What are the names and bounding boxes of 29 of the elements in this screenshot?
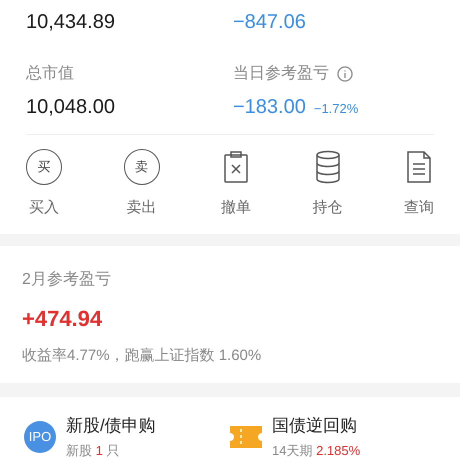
monthly-value: +474.94 bbox=[22, 304, 104, 332]
action-button[interactable]: 撤单 bbox=[221, 149, 251, 220]
monthly-title: 2月参考盈亏 bbox=[22, 270, 112, 290]
metric-label: 总市值 bbox=[26, 64, 74, 84]
metric-value: 10,048.00 bbox=[26, 95, 115, 120]
circle-glyph-icon: 买 bbox=[26, 149, 62, 185]
change-percent: −1.72% bbox=[314, 100, 358, 118]
service-title: 新股/债申购 bbox=[66, 415, 156, 437]
info-icon[interactable] bbox=[337, 66, 353, 82]
action-button[interactable]: 查询 bbox=[404, 149, 434, 220]
service-item[interactable]: IPO 新股/债申购 新股 1 只 bbox=[24, 413, 230, 460]
service-item[interactable]: 国债逆回购 14天期 2.185% bbox=[230, 413, 436, 460]
ticket-icon bbox=[230, 426, 262, 448]
amount-text: −847.06 bbox=[232, 10, 307, 35]
service-title: 国债逆回购 bbox=[272, 415, 358, 437]
service-subtitle: 新股 1 只 bbox=[66, 442, 120, 460]
database-icon bbox=[314, 150, 340, 184]
amount-text: 10,434.89 bbox=[26, 10, 116, 35]
action-button[interactable]: 卖 卖出 bbox=[124, 149, 160, 220]
document-icon bbox=[406, 150, 432, 184]
action-button[interactable]: 买 买入 bbox=[26, 149, 62, 220]
clipboard-x-icon bbox=[223, 150, 249, 184]
action-button[interactable]: 持仓 bbox=[312, 149, 342, 220]
metric-value: −183.00 bbox=[233, 95, 306, 120]
monthly-note: 收益率4.77%，跑赢上证指数 1.60% bbox=[22, 346, 262, 366]
circle-glyph-icon: 卖 bbox=[124, 149, 160, 185]
service-subtitle: 14天期 2.185% bbox=[272, 442, 360, 460]
ipo-badge: IPO bbox=[24, 420, 56, 452]
metric-label: 当日参考盈亏 bbox=[233, 64, 329, 84]
